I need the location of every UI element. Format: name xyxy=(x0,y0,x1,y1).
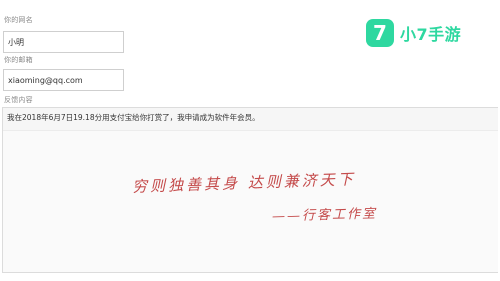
name-field-value: 小明 xyxy=(8,37,24,47)
name-field[interactable]: 小明 xyxy=(3,31,124,53)
signature-studio: ——行客工作室 xyxy=(271,206,378,225)
feedback-form-page: 你的网名 小明 你的邮箱 xiaoming@qq.com 反馈内容 我在2018… xyxy=(0,0,500,281)
logo-text: 小7手游 xyxy=(400,25,462,44)
feedback-text: 我在2018年6月7日19.18分用支付宝给你打赏了，我申请成为软件年会员。 xyxy=(7,113,260,122)
name-label: 你的网名 xyxy=(4,16,33,24)
logo-badge-icon: 7 xyxy=(366,19,394,47)
email-field-value: xiaoming@qq.com xyxy=(8,75,83,85)
email-field[interactable]: xiaoming@qq.com xyxy=(3,69,124,91)
email-label: 你的邮箱 xyxy=(4,56,33,64)
feedback-label: 反馈内容 xyxy=(4,96,33,104)
watermark-logo: 7 小7手游 xyxy=(366,19,461,47)
